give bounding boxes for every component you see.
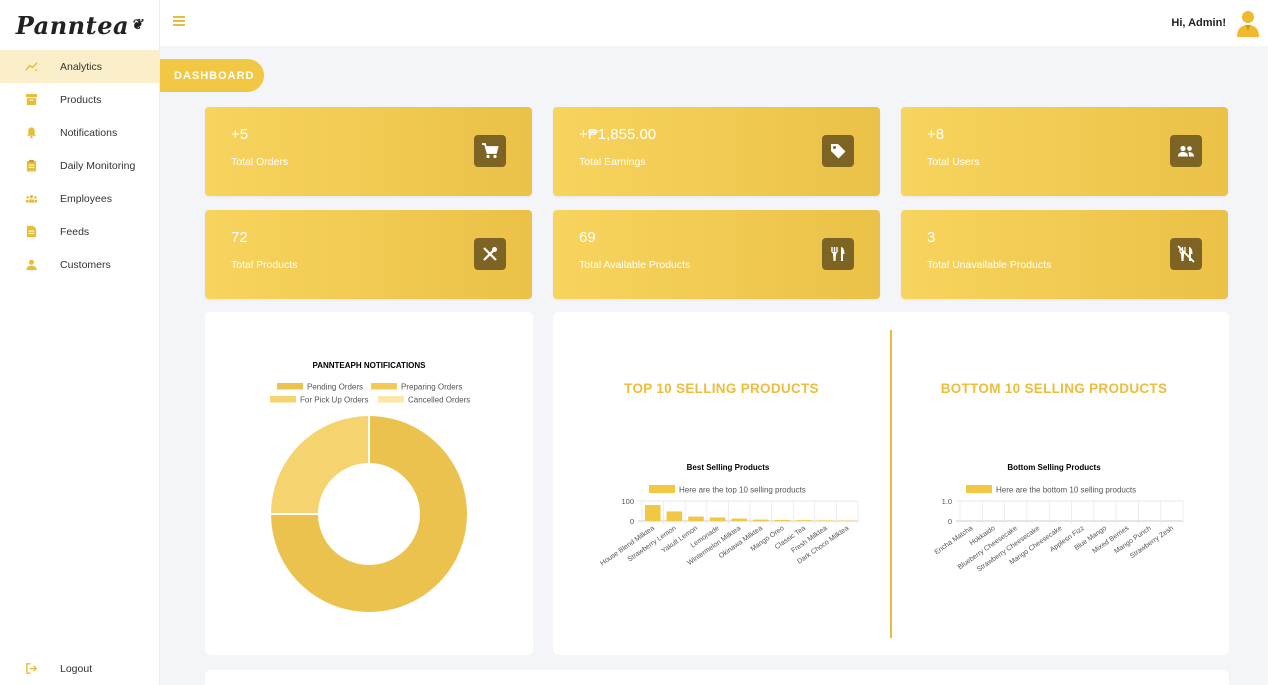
top-selling-title: TOP 10 SELLING PRODUCTS (624, 381, 819, 396)
leaf-icon: ❦ (131, 17, 144, 33)
brand-logo[interactable]: Panntea ❦ (0, 0, 159, 50)
bar-wintermelon-milktea[interactable] (731, 518, 747, 521)
legend-swatch (378, 396, 404, 403)
stat-label: Total Earnings (579, 156, 646, 168)
logout-button[interactable]: Logout (0, 652, 160, 685)
bottom-panel (205, 670, 1229, 685)
sidebar-item-customers[interactable]: Customers (0, 248, 159, 281)
bar-yakult-lemon[interactable] (688, 516, 704, 521)
stat-card-total-unavailable-products[interactable]: 3 Total Unavailable Products (901, 210, 1228, 299)
bar-mango-oreo[interactable] (774, 520, 791, 521)
person-icon (24, 258, 38, 272)
group-icon (24, 192, 38, 206)
sidebar-item-feeds[interactable]: Feeds (0, 215, 159, 248)
legend-entry[interactable]: Here are the bottom 10 selling products (996, 486, 1136, 495)
stat-label: Total Available Products (579, 259, 691, 271)
legend-entry[interactable]: Preparing Orders (401, 383, 462, 392)
legend-entry[interactable]: Here are the top 10 selling products (679, 486, 806, 495)
stat-card-total-users[interactable]: +8 Total Users (901, 107, 1228, 196)
bottom-selling-bar-chart: Bottom Selling Products Here are the bot… (934, 463, 1184, 573)
stat-value: +8 (927, 126, 945, 143)
sidebar-item-label: Customers (60, 258, 111, 271)
legend-entry[interactable]: For Pick Up Orders (300, 396, 368, 405)
stat-card-total-products[interactable]: 72 Total Products (205, 210, 532, 299)
greeting-text: Hi, Admin! (1171, 17, 1226, 29)
bar-lemonade[interactable] (709, 517, 726, 521)
menu-toggle-icon[interactable] (173, 16, 185, 26)
tag-icon (822, 135, 854, 167)
clipboard-icon (24, 159, 38, 173)
y-tick-label: 0 (948, 517, 952, 526)
bar-strawberry-lemon[interactable] (666, 511, 683, 521)
notifications-doughnut-chart: PANNTEAPH NOTIFICATIONS Pending Orders Pr… (268, 361, 470, 614)
avatar[interactable] (1236, 9, 1260, 37)
legend-entry[interactable]: Cancelled Orders (408, 396, 470, 405)
logout-icon (24, 662, 38, 676)
fork-knife-icon (822, 238, 854, 270)
legend-swatch (277, 383, 303, 390)
logout-label: Logout (60, 662, 93, 675)
sidebar-item-label: Daily Monitoring (60, 159, 136, 172)
sidebar-item-notifications[interactable]: Notifications (0, 116, 159, 149)
brand-name: Panntea (15, 10, 130, 40)
chart-title: Best Selling Products (687, 463, 770, 472)
legend-entry[interactable]: Pending Orders (307, 383, 363, 392)
stat-label: Total Users (927, 156, 980, 168)
sidebar-item-analytics[interactable]: Analytics (0, 50, 159, 83)
sidebar-item-employees[interactable]: Employees (0, 182, 159, 215)
bar-fresh-milktea[interactable] (817, 520, 834, 521)
stat-label: Total Products (231, 259, 298, 271)
y-tick-label: 100 (621, 497, 634, 506)
chart-title: PANNTEAPH NOTIFICATIONS (312, 361, 426, 370)
stat-value: 72 (231, 229, 248, 246)
stat-value: +5 (231, 126, 249, 143)
trend-icon (24, 60, 38, 74)
document-icon (24, 225, 38, 239)
stat-value: 69 (579, 229, 596, 246)
users-icon (1170, 135, 1202, 167)
bar-classic-tea[interactable] (796, 520, 812, 521)
stat-card-total-orders[interactable]: +5 Total Orders (205, 107, 532, 196)
stat-value: +₱1,855.00 (579, 126, 657, 143)
top-selling-bar-chart: Best Selling Products Here are the top 1… (599, 463, 859, 567)
stat-label: Total Orders (231, 156, 289, 168)
chart-title: Bottom Selling Products (1007, 463, 1101, 472)
archive-icon (24, 93, 38, 107)
y-tick-label: 1.0 (942, 497, 952, 506)
sidebar: Panntea ❦ Analytics Products Notification… (0, 0, 160, 685)
stat-card-total-available-products[interactable]: 69 Total Available Products (553, 210, 880, 299)
sidebar-item-label: Analytics (60, 60, 103, 73)
top-header: Hi, Admin! (160, 0, 1268, 46)
sidebar-item-daily-monitoring[interactable]: Daily Monitoring (0, 149, 159, 182)
sidebar-item-products[interactable]: Products (0, 83, 159, 116)
sidebar-item-label: Notifications (60, 126, 118, 139)
legend-swatch (270, 396, 296, 403)
bottom-selling-title: BOTTOM 10 SELLING PRODUCTS (940, 381, 1168, 396)
stat-label: Total Unavailable Products (927, 259, 1052, 271)
y-tick-label: 0 (630, 517, 634, 526)
legend-swatch (371, 383, 397, 390)
stat-value: 3 (927, 229, 936, 246)
bar-house-blend-milktea[interactable] (645, 505, 661, 521)
bar-okinawa-milktea[interactable] (753, 519, 769, 521)
sidebar-item-label: Feeds (60, 225, 90, 238)
bell-icon (24, 126, 38, 140)
cart-icon (474, 135, 506, 167)
legend-swatch (649, 485, 675, 493)
x-tick-label: Encha Matcha (934, 525, 975, 556)
stat-card-total-earnings[interactable]: +₱1,855.00 Total Earnings (553, 107, 880, 196)
donut-slice-for-pick-up-orders[interactable] (268, 413, 370, 515)
sidebar-item-label: Employees (60, 192, 112, 205)
utensils-cross-icon (474, 238, 506, 270)
dashboard-tab[interactable]: DASHBOARD (160, 59, 264, 92)
no-food-icon (1170, 238, 1202, 270)
sidebar-item-label: Products (60, 93, 102, 106)
legend-swatch (966, 485, 992, 493)
